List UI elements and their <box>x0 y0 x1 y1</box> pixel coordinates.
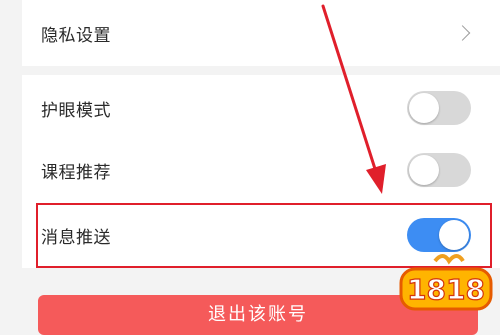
watermark-logo: 1818 <box>399 254 493 311</box>
svg-text:1818: 1818 <box>407 273 485 306</box>
